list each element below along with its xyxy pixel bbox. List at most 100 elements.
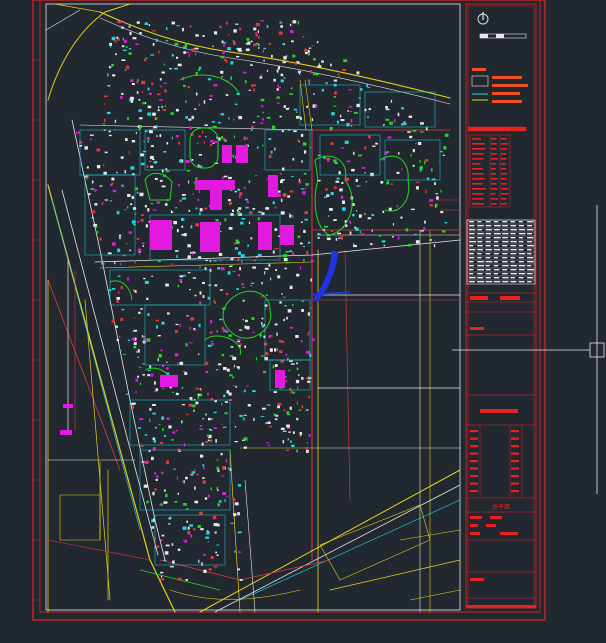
cad-drawing-canvas[interactable]: 总平面: [0, 0, 606, 643]
building-footprint: [195, 177, 198, 180]
building-footprint: [136, 238, 140, 240]
building-footprint: [392, 236, 394, 238]
building-footprint: [385, 106, 388, 109]
building-footprint: [216, 459, 219, 461]
table-cell: [491, 158, 498, 160]
building-footprint: [279, 350, 283, 354]
building-footprint: [118, 234, 122, 237]
building-footprint: [154, 381, 156, 385]
table-cell: [518, 241, 524, 243]
building-footprint: [245, 42, 248, 45]
building-footprint: [289, 326, 294, 329]
building-footprint: [408, 115, 413, 118]
building-footprint: [152, 209, 157, 211]
building-footprint: [189, 524, 193, 527]
building-footprint: [276, 88, 279, 91]
building-footprint: [283, 318, 285, 322]
building-footprint: [333, 105, 337, 107]
building-footprint: [79, 144, 82, 147]
table-cell: [510, 241, 517, 243]
building-footprint: [292, 158, 295, 161]
building-footprint: [156, 201, 161, 204]
building-footprint: [161, 105, 163, 109]
building-footprint: [436, 196, 439, 200]
building-footprint: [108, 289, 112, 292]
table-cell: [527, 273, 533, 275]
building-footprint: [337, 232, 341, 235]
building-footprint: [407, 243, 412, 247]
table-cell: [469, 261, 474, 263]
building-footprint: [191, 471, 196, 474]
building-footprint: [112, 189, 117, 193]
building-footprint: [419, 169, 422, 172]
building-footprint: [375, 142, 378, 145]
building-footprint: [152, 447, 157, 450]
table-cell: [511, 452, 519, 455]
building-footprint: [136, 91, 139, 94]
building-footprint: [382, 210, 385, 213]
building-footprint: [199, 265, 201, 269]
building-footprint: [188, 180, 190, 184]
building-footprint: [385, 108, 390, 111]
building-footprint: [210, 487, 212, 491]
building-footprint: [198, 190, 201, 194]
building-footprint: [175, 135, 179, 138]
building-footprint: [128, 150, 130, 155]
building-footprint: [198, 212, 201, 215]
building-footprint: [154, 488, 157, 491]
table-cell: [493, 249, 501, 251]
building-footprint: [159, 78, 162, 81]
building-footprint: [308, 433, 311, 437]
building-footprint: [177, 492, 179, 495]
building-footprint: [166, 417, 170, 420]
table-cell: [518, 221, 523, 223]
building-footprint: [202, 477, 205, 479]
building-footprint: [318, 63, 320, 66]
building-footprint: [234, 502, 239, 506]
building-footprint: [180, 281, 183, 283]
building-footprint: [145, 57, 148, 59]
building-footprint: [283, 77, 286, 79]
building-footprint: [348, 106, 353, 108]
building-footprint: [297, 386, 299, 390]
building-footprint: [274, 228, 278, 231]
building-footprint: [234, 550, 237, 553]
building-footprint: [444, 222, 448, 224]
building-footprint: [321, 88, 324, 92]
building-footprint: [444, 133, 449, 137]
table-cell: [469, 257, 475, 259]
building-footprint: [409, 135, 413, 139]
building-footprint: [213, 141, 218, 143]
table-cell: [485, 273, 492, 275]
table-cell: [518, 253, 526, 255]
building-footprint: [199, 511, 203, 515]
building-footprint: [305, 447, 308, 450]
table-cell: [472, 203, 485, 205]
building-footprint: [227, 199, 231, 202]
building-footprint: [136, 81, 139, 84]
building-footprint: [352, 213, 355, 217]
building-footprint: [278, 86, 281, 89]
table-cell: [502, 261, 508, 263]
building-footprint: [282, 194, 287, 197]
building-footprint: [147, 112, 152, 116]
building-footprint: [220, 267, 225, 271]
building-footprint: [111, 182, 114, 185]
table-cell: [518, 245, 524, 247]
building-footprint: [430, 239, 432, 241]
building-footprint: [261, 324, 264, 328]
building-footprint: [192, 404, 196, 408]
building-footprint: [190, 474, 194, 476]
building-footprint: [274, 418, 278, 421]
building-footprint: [278, 31, 283, 35]
building-footprint: [266, 69, 268, 73]
table-cell: [518, 229, 526, 231]
building-footprint: [245, 206, 249, 209]
table-cell: [527, 277, 534, 279]
building-footprint: [291, 176, 294, 178]
building-footprint: [180, 218, 185, 221]
building-footprint: [307, 312, 310, 316]
table-cell: [527, 233, 532, 235]
building-footprint: [370, 243, 373, 246]
building-footprint: [424, 220, 426, 224]
